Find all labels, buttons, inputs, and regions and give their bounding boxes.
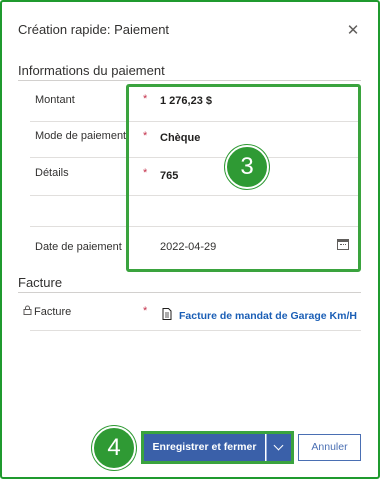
cancel-button[interactable]: Annuler [298,434,361,461]
payment-section-title: Informations du paiement [18,63,165,78]
step-badge-3: 3 [225,145,269,189]
dialog-title: Création rapide: Paiement [18,22,170,37]
amount-label: Montant [35,94,75,106]
invoice-label: Facture [34,306,72,318]
step-badge-4: 4 [92,426,136,470]
close-icon[interactable]: ✕ [346,23,360,38]
lock-icon [23,305,32,315]
payment-method-label: Mode de paiement [35,130,127,142]
invoice-section-title: Facture [18,275,63,290]
invoice-link[interactable]: Facture de mandat de Garage Km/H [179,310,357,322]
document-icon [162,308,172,320]
row-divider [30,330,361,331]
highlight-box-save [141,431,294,464]
invoice-required-mark: * [143,305,148,317]
payment-date-label: Date de paiement [35,241,122,253]
section-divider [18,292,361,293]
details-label: Détails [35,167,69,179]
section-divider [18,80,361,81]
